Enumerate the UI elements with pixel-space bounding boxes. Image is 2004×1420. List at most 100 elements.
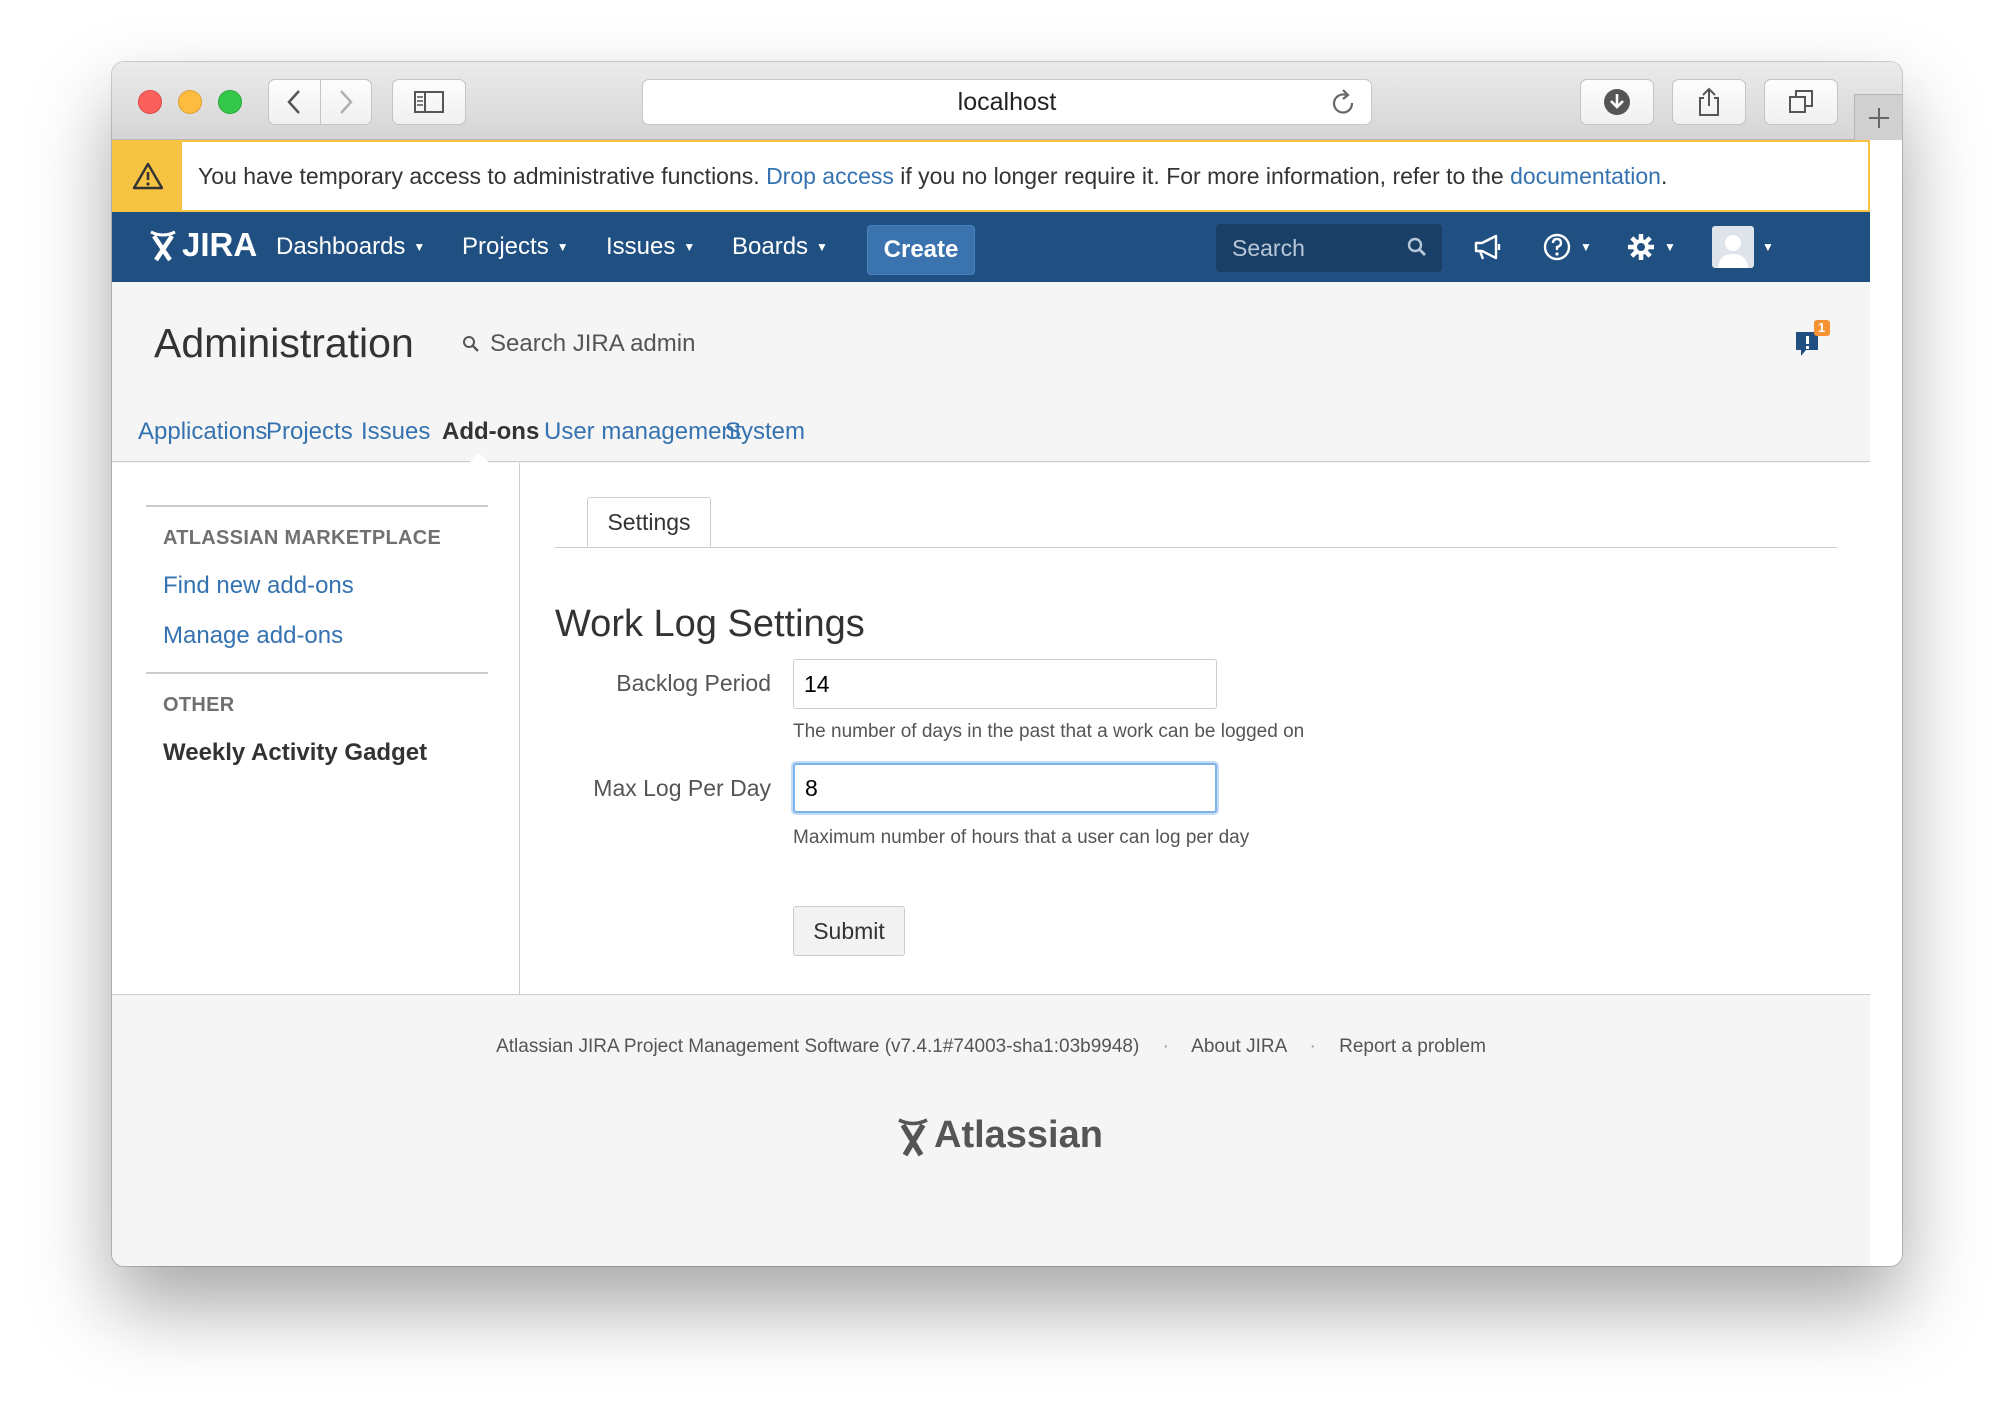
warning-icon	[132, 162, 164, 190]
admin-page-header: Administration Search JIRA admin 1 Appli…	[112, 282, 1870, 463]
announcements-button[interactable]	[1472, 212, 1504, 282]
search-icon	[463, 336, 479, 352]
report-problem-link[interactable]: Report a problem	[1339, 1036, 1486, 1057]
max-log-per-day-description: Maximum number of hours that a user can …	[793, 827, 1250, 848]
feedback-count-badge: 1	[1818, 320, 1826, 335]
submit-button[interactable]: Submit	[793, 906, 905, 956]
feedback-button[interactable]: 1	[1792, 318, 1832, 367]
sidebar-item-manage-add-ons[interactable]: Manage add-ons	[163, 622, 343, 650]
footer-separator: ·	[1162, 1036, 1169, 1057]
share-icon	[1699, 87, 1719, 116]
feedback-icon	[1796, 320, 1830, 356]
megaphone-icon	[1474, 234, 1501, 260]
back-button[interactable]	[269, 80, 320, 124]
search-icon	[1407, 237, 1426, 256]
documentation-link[interactable]: documentation	[1510, 163, 1661, 189]
browser-window: localhost You have temporary access to a…	[112, 62, 1902, 1266]
header-search-placeholder: Search	[1232, 234, 1305, 261]
max-log-per-day-label: Max Log Per Day	[593, 775, 771, 801]
jira-logo-text: JIRA	[182, 226, 258, 263]
nav-projects[interactable]: Projects ▼	[462, 212, 569, 282]
help-menu[interactable]: ▼	[1542, 212, 1592, 282]
footer-separator: ·	[1309, 1036, 1316, 1057]
banner-text-middle: if you no longer require it. For more in…	[900, 162, 1504, 189]
avatar	[1712, 226, 1754, 268]
about-jira-link[interactable]: About JIRA	[1191, 1036, 1286, 1057]
banner-text-before: You have temporary access to administrat…	[198, 162, 760, 189]
banner-text-end: .	[1660, 162, 1668, 189]
forward-button[interactable]	[319, 80, 371, 124]
plus-icon	[1868, 107, 1889, 128]
sidebar-divider	[146, 505, 488, 507]
jira-logo[interactable]: JIRA	[148, 226, 257, 264]
sidebar-divider	[146, 672, 488, 674]
backlog-period-input[interactable]: 14	[793, 659, 1217, 709]
max-log-per-day-value: 8	[805, 774, 818, 801]
nav-issues[interactable]: Issues ▼	[606, 212, 695, 282]
settings-panel: Settings Work Log Settings Backlog Perio…	[521, 463, 1870, 994]
sidebar-icon	[414, 91, 444, 113]
new-tab-button[interactable]	[1854, 94, 1902, 140]
address-bar[interactable]: localhost	[642, 79, 1372, 125]
tab-projects[interactable]: Projects	[266, 402, 353, 462]
admin-settings-menu[interactable]: ▼	[1626, 212, 1676, 282]
admin-content: ATLASSIAN MARKETPLACE Find new add-ons M…	[112, 463, 1870, 995]
admin-access-banner: You have temporary access to administrat…	[112, 140, 1870, 212]
nav-boards[interactable]: Boards ▼	[732, 212, 828, 282]
zoom-window-button[interactable]	[218, 90, 242, 114]
chevron-left-icon	[287, 90, 301, 114]
share-button[interactable]	[1672, 79, 1746, 125]
user-profile-menu[interactable]: ▼	[1712, 212, 1774, 282]
chevron-down-icon: ▼	[1762, 240, 1774, 254]
tab-user-management[interactable]: User management	[544, 402, 741, 462]
user-silhouette-icon	[1718, 235, 1748, 268]
tab-system[interactable]: System	[725, 402, 805, 462]
warning-icon-box	[114, 142, 182, 210]
admin-search-placeholder: Search JIRA admin	[490, 330, 696, 357]
backlog-period-value: 14	[804, 670, 830, 697]
show-tabs-button[interactable]	[1764, 79, 1838, 125]
drop-access-link[interactable]: Drop access	[766, 163, 894, 189]
chevron-down-icon: ▼	[556, 240, 569, 254]
tab-settings[interactable]: Settings	[587, 497, 711, 547]
show-sidebar-button[interactable]	[392, 79, 466, 125]
chevron-down-icon: ▼	[683, 240, 696, 254]
atlassian-logo: Atlassian	[896, 1114, 1103, 1157]
downloads-button[interactable]	[1580, 79, 1654, 125]
header-search-input[interactable]: Search	[1216, 224, 1442, 272]
banner-message: You have temporary access to administrat…	[182, 163, 1667, 190]
page-title: Administration	[154, 320, 414, 366]
admin-search-input[interactable]: Search JIRA admin	[462, 330, 695, 358]
chevron-down-icon: ▼	[1664, 240, 1676, 254]
active-tab-pointer	[469, 453, 489, 463]
nav-dashboards[interactable]: Dashboards ▼	[276, 212, 425, 282]
footer-links: Atlassian JIRA Project Management Softwa…	[112, 1036, 1870, 1058]
sidebar-heading-marketplace: ATLASSIAN MARKETPLACE	[163, 527, 442, 549]
nav-dashboards-label: Dashboards	[276, 233, 406, 260]
tab-add-ons[interactable]: Add-ons	[442, 402, 539, 462]
create-button[interactable]: Create	[867, 225, 975, 275]
tab-issues[interactable]: Issues	[361, 402, 430, 462]
sidebar-item-find-new-add-ons[interactable]: Find new add-ons	[163, 572, 354, 600]
jira-header: JIRA Dashboards ▼ Projects ▼ Issues ▼ Board…	[112, 212, 1870, 282]
chevron-down-icon: ▼	[413, 240, 426, 254]
tab-applications[interactable]: Applications	[138, 402, 267, 462]
tabs-overview-icon	[1789, 90, 1813, 113]
atlassian-mark-icon	[150, 230, 176, 262]
close-window-button[interactable]	[138, 90, 162, 114]
max-log-per-day-input[interactable]: 8	[793, 763, 1217, 813]
help-icon	[1543, 233, 1571, 261]
history-nav-group	[268, 79, 372, 125]
download-icon	[1604, 89, 1630, 115]
sidebar-heading-other: OTHER	[163, 694, 235, 716]
nav-projects-label: Projects	[462, 233, 549, 260]
minimize-window-button[interactable]	[178, 90, 202, 114]
sidebar-item-weekly-activity-gadget[interactable]: Weekly Activity Gadget	[163, 739, 427, 767]
gear-icon	[1628, 234, 1654, 260]
nav-boards-label: Boards	[732, 233, 809, 260]
chevron-down-icon: ▼	[816, 240, 828, 254]
reload-icon[interactable]	[1329, 86, 1357, 118]
admin-sidebar: ATLASSIAN MARKETPLACE Find new add-ons M…	[112, 463, 520, 994]
atlassian-mark-icon	[898, 1117, 928, 1156]
footer-version: Atlassian JIRA Project Management Softwa…	[496, 1036, 1140, 1057]
